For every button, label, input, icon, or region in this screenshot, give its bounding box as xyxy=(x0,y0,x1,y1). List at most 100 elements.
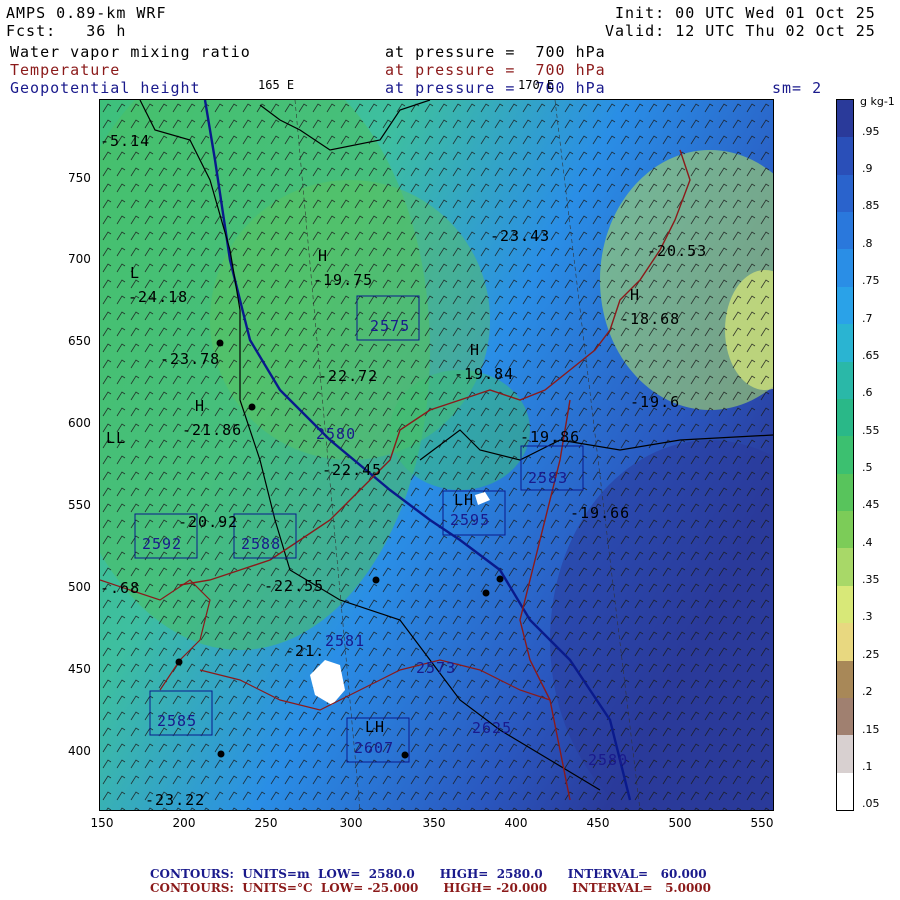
colorbar-tick-label: .35 xyxy=(862,573,880,587)
station-dot-6 xyxy=(175,658,183,666)
wind-barbs xyxy=(100,100,773,810)
y-tick-500: 500 xyxy=(68,580,91,594)
temp-label-14: -20.92 xyxy=(178,513,239,531)
station-dot-3 xyxy=(372,576,380,584)
temp-label-10: -19.6 xyxy=(630,393,681,411)
y-tick-750: 750 xyxy=(68,171,91,185)
temp-label-1: -23.43 xyxy=(490,227,551,245)
colorbar-tick-label: .65 xyxy=(862,348,880,362)
station-dot-1 xyxy=(216,339,224,347)
colorbar-segment xyxy=(837,212,853,250)
station-dot-5 xyxy=(482,589,490,597)
mark-lh-1: LH xyxy=(454,491,475,509)
temp-label-4: -19.75 xyxy=(313,271,374,289)
colorbar-tick-label: .1 xyxy=(862,759,873,773)
field-level-geopotential: at pressure = 700 hPa xyxy=(385,79,606,97)
x-tick-450: 450 xyxy=(586,816,610,830)
y-tick-600: 600 xyxy=(68,416,91,430)
mark-h-3: H xyxy=(470,341,481,359)
temp-label-18: -5.14 xyxy=(100,132,151,150)
colorbar-segment xyxy=(837,511,853,549)
height-label-2580-b: 2580 xyxy=(588,751,629,769)
colorbar-segment xyxy=(837,174,853,213)
y-tick-450: 450 xyxy=(68,662,91,676)
mark-h-2: H xyxy=(630,286,641,304)
temp-label-13: -19.66 xyxy=(570,504,631,522)
map-svg xyxy=(100,100,773,810)
colorbar-segment xyxy=(837,548,853,586)
y-tick-650: 650 xyxy=(68,334,91,348)
init-time: Init: 00 UTC Wed 01 Oct 25 xyxy=(615,4,876,22)
colorbar-segment xyxy=(837,585,853,624)
colorbar-tick-label: .4 xyxy=(862,535,873,549)
temp-label-17: -23.22 xyxy=(145,791,206,809)
colorbar-segment xyxy=(837,735,853,773)
temp-label-6: -23.78 xyxy=(160,350,221,368)
mark-lh-2: LH xyxy=(365,718,386,736)
model-title: AMPS 0.89-km WRF xyxy=(6,4,167,22)
temp-label-15: -22.55 xyxy=(264,577,325,595)
temp-label-11: -19.86 xyxy=(520,428,581,446)
footer-temp-contours: CONTOURS: UNITS=°C LOW= -25.000 HIGH= -2… xyxy=(150,881,712,895)
height-label-2573: 2573 xyxy=(416,659,457,677)
colorbar-tick-label: .75 xyxy=(862,274,880,288)
forecast-hour: Fcst: 36 h xyxy=(6,22,127,40)
colorbar-tick-label: .5 xyxy=(862,461,873,474)
colorbar-segment xyxy=(837,249,853,287)
colorbar-unit: g kg-1 xyxy=(860,95,895,108)
meridian-label-170: 170 E xyxy=(518,78,555,92)
colorbar-tick-label: .8 xyxy=(862,236,873,250)
temp-label-9: -21.86 xyxy=(182,421,243,439)
mark-l-1: L xyxy=(130,264,141,282)
mark-h-1: H xyxy=(318,247,329,265)
colorbar xyxy=(836,99,854,811)
height-label-2585: 2585 xyxy=(157,712,198,730)
x-tick-500: 500 xyxy=(668,816,692,830)
temp-label-8: -19.84 xyxy=(454,365,515,383)
colorbar-tick-label: .6 xyxy=(862,386,873,400)
footer-height-contours: CONTOURS: UNITS=m LOW= 2580.0 HIGH= 2580… xyxy=(150,867,707,881)
colorbar-tick-label: .25 xyxy=(862,647,880,661)
colorbar-segment xyxy=(837,361,853,399)
colorbar-segment xyxy=(837,100,853,138)
valid-time: Valid: 12 UTC Thu 02 Oct 25 xyxy=(605,22,876,40)
colorbar-tick-label: .45 xyxy=(862,498,880,512)
height-label-2625: 2625 xyxy=(472,719,513,737)
temp-label-3: -18.68 xyxy=(620,310,681,328)
colorbar-tick-label: .9 xyxy=(862,162,873,176)
station-dot-8 xyxy=(401,751,409,759)
y-tick-550: 550 xyxy=(68,498,91,512)
meridian-label-165: 165 E xyxy=(258,78,295,92)
height-label-2592: 2592 xyxy=(142,535,183,553)
colorbar-tick-label: .85 xyxy=(862,199,880,213)
field-level-water-vapor: at pressure = 700 hPa xyxy=(385,43,606,61)
colorbar-segment xyxy=(837,623,853,661)
colorbar-segment xyxy=(837,772,853,810)
colorbar-tick-label: .2 xyxy=(862,685,873,699)
colorbar-segment xyxy=(837,660,853,698)
colorbar-tick-label: .15 xyxy=(862,722,880,736)
colorbar-segment xyxy=(837,286,853,325)
x-tick-200: 200 xyxy=(172,816,196,830)
height-label-2595: 2595 xyxy=(450,511,491,529)
height-label-2588: 2588 xyxy=(241,535,282,553)
temp-label-5: -24.18 xyxy=(128,288,189,306)
height-label-2583: 2583 xyxy=(528,469,569,487)
temp-label-2: -20.53 xyxy=(647,242,708,260)
x-tick-250: 250 xyxy=(254,816,278,830)
temp-label-19: -.68 xyxy=(100,579,141,597)
x-tick-300: 300 xyxy=(339,816,363,830)
height-label-2607: 2607 xyxy=(354,739,395,757)
field-level-temperature: at pressure = 700 hPa xyxy=(385,61,606,79)
colorbar-segment xyxy=(837,324,853,362)
map-plot[interactable]: 2575 2580 2595 2592 2588 2585 2581 2607 … xyxy=(99,99,774,811)
height-label-2580-a: 2580 xyxy=(316,425,357,443)
temp-label-7: -22.72 xyxy=(318,367,379,385)
mark-ll-1: LL xyxy=(106,429,127,447)
station-dot-4 xyxy=(496,575,504,583)
colorbar-segment xyxy=(837,436,853,474)
colorbar-tick-label: .7 xyxy=(862,311,873,325)
x-tick-400: 400 xyxy=(504,816,528,830)
height-label-2581: 2581 xyxy=(325,632,366,650)
colorbar-segment xyxy=(837,697,853,736)
